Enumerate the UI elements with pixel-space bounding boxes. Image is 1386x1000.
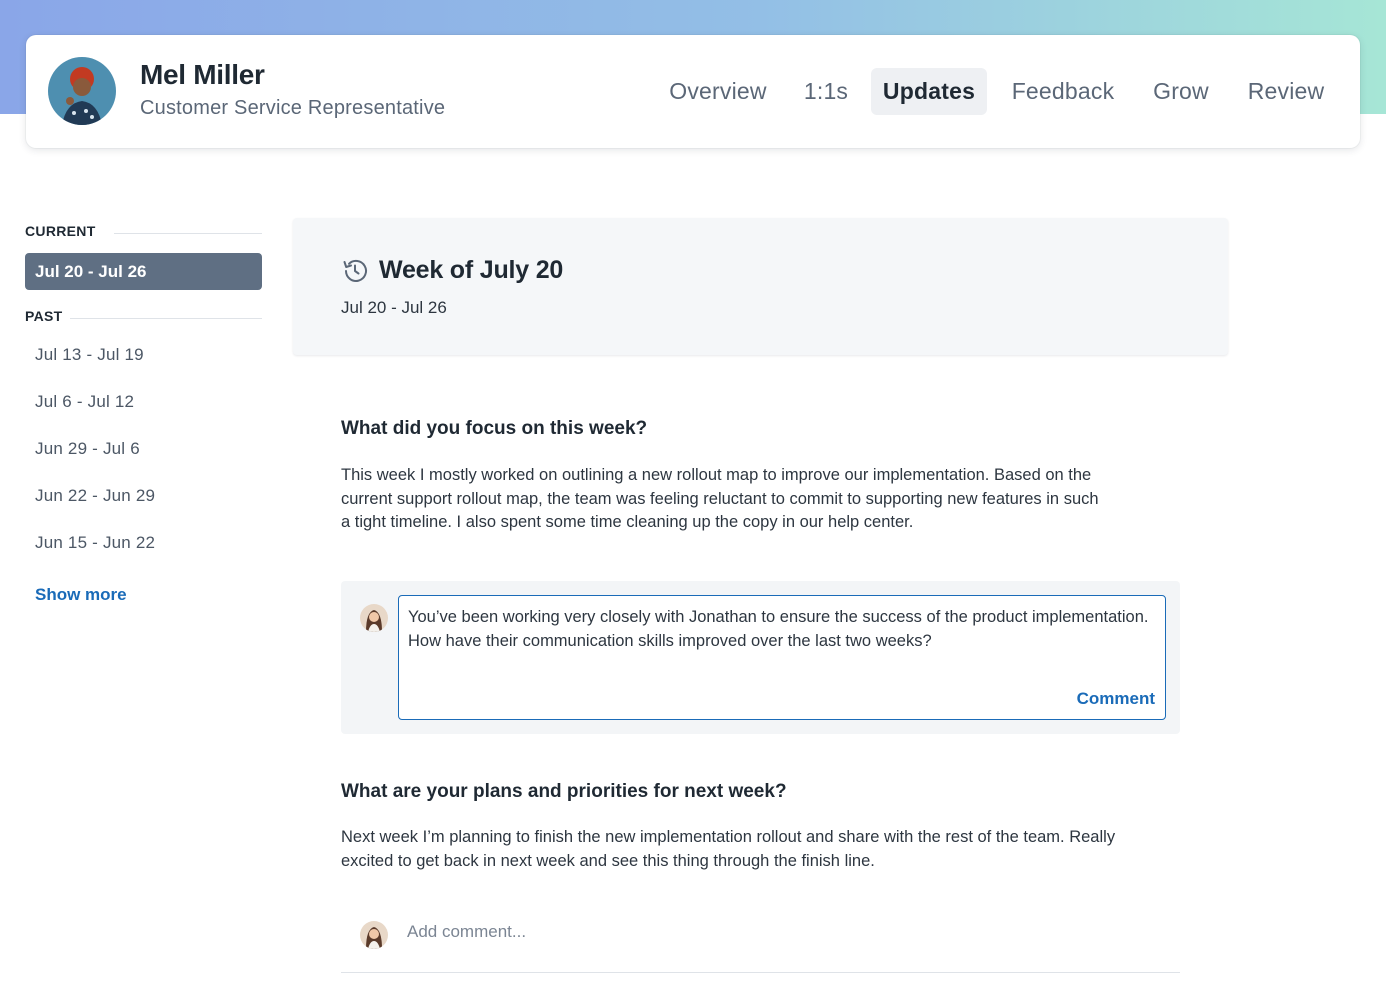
- tab-one-on-ones[interactable]: 1:1s: [798, 68, 854, 115]
- add-comment-input[interactable]: Add comment...: [407, 922, 526, 942]
- avatar: [48, 57, 116, 125]
- week-title: Week of July 20: [379, 256, 564, 284]
- past-heading: PAST: [25, 308, 63, 324]
- tab-overview[interactable]: Overview: [658, 68, 778, 115]
- answer-text: Next week I’m planning to finish the new…: [341, 828, 1116, 870]
- sidebar-item-past-week[interactable]: Jul 6 - Jul 12: [35, 392, 134, 412]
- comment-input[interactable]: You’ve been working very closely with Jo…: [398, 595, 1166, 720]
- week-summary-card: Week of July 20 Jul 20 - Jul 26: [293, 218, 1228, 355]
- sidebar-item-past-week[interactable]: Jun 15 - Jun 22: [35, 533, 155, 553]
- tab-feedback[interactable]: Feedback: [1003, 68, 1123, 115]
- profile-name: Mel Miller: [140, 59, 265, 90]
- divider: [114, 233, 262, 234]
- tab-grow[interactable]: Grow: [1144, 68, 1218, 115]
- sidebar-item-past-week[interactable]: Jun 29 - Jul 6: [35, 439, 140, 459]
- tab-updates[interactable]: Updates: [871, 68, 987, 115]
- avatar: [360, 604, 388, 632]
- comment-text: You’ve been working very closely with Jo…: [408, 608, 1149, 650]
- comment-composer: You’ve been working very closely with Jo…: [341, 581, 1180, 734]
- show-more-link[interactable]: Show more: [35, 585, 127, 605]
- sidebar-item-past-week[interactable]: Jul 13 - Jul 19: [35, 345, 144, 365]
- sidebar-item-past-week[interactable]: Jun 22 - Jun 29: [35, 486, 155, 506]
- question-heading: What did you focus on this week?: [341, 418, 648, 439]
- history-icon: [341, 257, 369, 285]
- divider: [341, 972, 1180, 973]
- profile-role: Customer Service Representative: [140, 97, 446, 119]
- sidebar-item-current-week[interactable]: Jul 20 - Jul 26: [25, 253, 262, 290]
- week-range: Jul 20 - Jul 26: [341, 298, 447, 317]
- answer-text: This week I mostly worked on outlining a…: [341, 466, 1099, 531]
- profile-header: Mel Miller Customer Service Representati…: [26, 35, 1360, 148]
- comment-button[interactable]: Comment: [1077, 687, 1155, 711]
- tab-review[interactable]: Review: [1238, 68, 1334, 115]
- question-heading: What are your plans and priorities for n…: [341, 781, 787, 802]
- current-heading: CURRENT: [25, 223, 96, 239]
- divider: [70, 318, 262, 319]
- avatar: [360, 921, 388, 949]
